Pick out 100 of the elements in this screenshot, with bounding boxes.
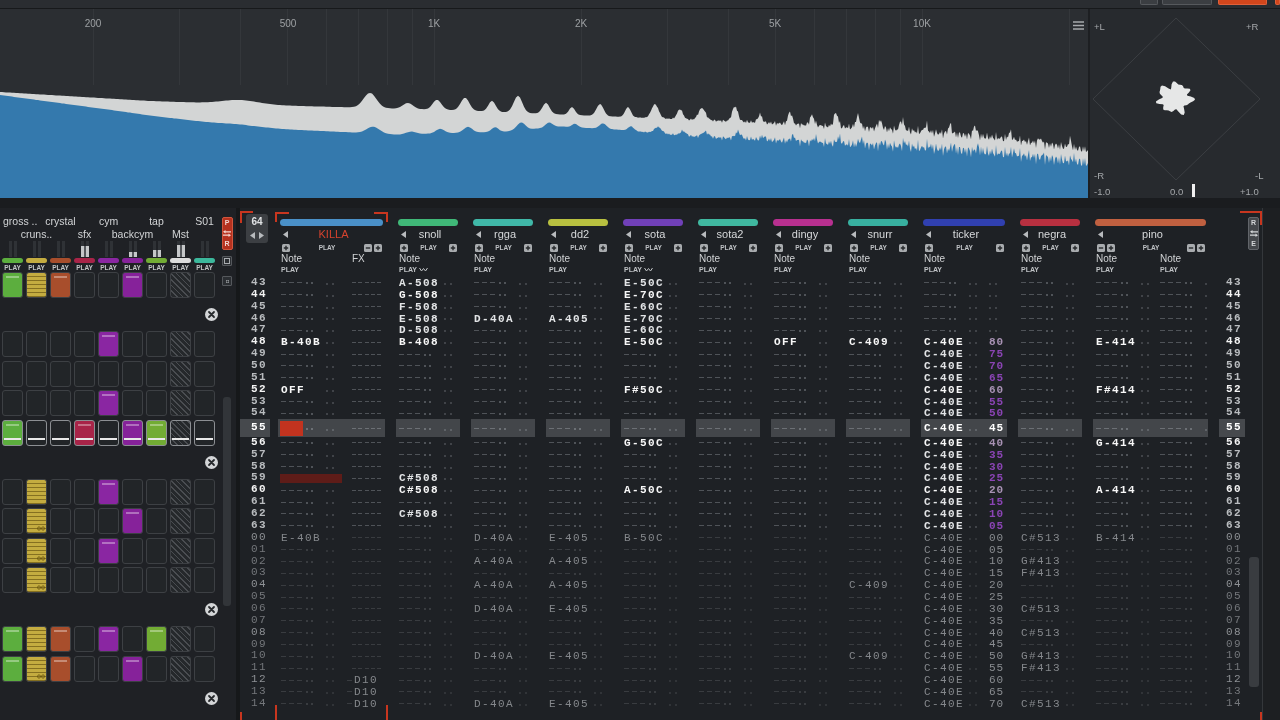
scale-label: +1.0 <box>1240 186 1259 197</box>
plus-icon[interactable] <box>374 243 382 252</box>
row-number: 10 <box>1225 650 1243 663</box>
plus-icon[interactable] <box>850 243 858 252</box>
note-value: D-40A <box>474 650 514 663</box>
left-triangle-icon[interactable] <box>1023 231 1028 238</box>
matrix-slot[interactable] <box>26 537 47 564</box>
row-number: 04 <box>250 579 268 592</box>
menu-icon[interactable] <box>1073 21 1084 30</box>
plus-icon[interactable] <box>899 243 907 252</box>
column-label: Note <box>1096 254 1118 264</box>
track-name[interactable]: snurr <box>867 228 893 241</box>
matrix-slot[interactable] <box>26 478 47 505</box>
track-name[interactable]: pino <box>1142 228 1163 241</box>
note-value: E-405 <box>549 650 589 663</box>
track-name[interactable]: rgga <box>494 228 516 241</box>
plus-icon[interactable] <box>824 243 832 252</box>
minus-icon[interactable] <box>364 243 372 252</box>
note-value: F#413 <box>1021 662 1061 675</box>
left-triangle-icon[interactable] <box>401 231 406 238</box>
matrix-slot[interactable] <box>26 419 47 446</box>
close-icon[interactable] <box>205 308 218 321</box>
volume-value: 55 <box>989 395 1005 408</box>
matrix-slot[interactable] <box>26 655 47 682</box>
pattern-length-field[interactable]: 64 <box>246 214 268 243</box>
track-name[interactable]: KILLA <box>318 228 349 241</box>
note-value: OFF <box>281 383 305 396</box>
left-triangle-icon[interactable] <box>1098 231 1103 238</box>
track-name[interactable]: negra <box>1037 228 1067 241</box>
track-name[interactable]: dingy <box>791 228 819 241</box>
note-value: G#413 <box>1021 555 1061 568</box>
volume-value: 25 <box>989 591 1005 603</box>
level-meter <box>104 241 113 257</box>
plus-icon[interactable] <box>625 243 633 252</box>
plus-icon[interactable] <box>449 243 457 252</box>
note-value: C-40E <box>924 638 964 651</box>
matrix-slot[interactable] <box>2 626 23 652</box>
note-value: F-508 <box>399 300 439 313</box>
left-triangle-icon[interactable] <box>926 231 931 238</box>
row-number: 60 <box>1225 484 1243 497</box>
plus-icon[interactable] <box>282 243 290 252</box>
row-number: 63 <box>250 519 268 532</box>
left-triangle-icon[interactable] <box>776 231 781 238</box>
column-label: Note <box>699 254 721 264</box>
toolbar-button[interactable] <box>1275 0 1280 5</box>
matrix-slot[interactable] <box>50 419 71 446</box>
plus-icon[interactable] <box>599 243 607 252</box>
matrix-slot[interactable] <box>122 419 143 446</box>
matrix-slot[interactable] <box>146 419 167 446</box>
matrix-slot[interactable] <box>194 419 215 446</box>
matrix-slot[interactable] <box>98 419 119 446</box>
plus-icon[interactable] <box>550 243 558 252</box>
plus-icon[interactable] <box>775 243 783 252</box>
close-icon[interactable] <box>205 455 218 469</box>
left-triangle-icon[interactable] <box>250 232 255 239</box>
track-name[interactable]: dd2 <box>570 228 590 241</box>
plus-icon[interactable] <box>674 243 682 252</box>
scrollbar-thumb[interactable] <box>1249 557 1259 687</box>
left-triangle-icon[interactable] <box>851 231 856 238</box>
close-icon[interactable] <box>205 603 218 616</box>
left-triangle-icon[interactable] <box>283 231 288 238</box>
left-triangle-icon[interactable] <box>551 231 556 238</box>
track-name[interactable]: sota2 <box>716 228 744 241</box>
scale-label: -1.0 <box>1094 186 1111 197</box>
plus-icon[interactable] <box>1107 243 1115 252</box>
plus-icon[interactable] <box>749 243 757 252</box>
matrix-slot[interactable] <box>50 655 71 682</box>
plus-icon[interactable] <box>925 243 933 252</box>
track-name[interactable]: ticker <box>952 228 980 241</box>
square-toggle-button[interactable] <box>222 256 232 266</box>
matrix-slot[interactable] <box>2 272 23 298</box>
plus-icon[interactable] <box>475 243 483 252</box>
matrix-slot[interactable] <box>74 419 95 446</box>
column-label: Note <box>924 254 946 264</box>
left-triangle-icon[interactable] <box>476 231 481 238</box>
plus-icon[interactable] <box>996 243 1004 252</box>
matrix-slot[interactable] <box>2 419 23 446</box>
left-triangle-icon[interactable] <box>701 231 706 238</box>
track-name[interactable]: sota <box>644 228 666 241</box>
row-number: 61 <box>1225 496 1243 509</box>
track-name[interactable]: snoll <box>418 228 442 241</box>
row-number: 48 <box>1225 336 1243 349</box>
plus-icon[interactable] <box>524 243 532 252</box>
plus-icon[interactable] <box>1197 243 1205 252</box>
close-icon[interactable] <box>205 691 218 705</box>
plus-icon[interactable] <box>700 243 708 252</box>
minus-icon[interactable] <box>1187 243 1195 252</box>
square-toggle-button[interactable] <box>222 276 232 286</box>
matrix-slot[interactable] <box>2 655 23 682</box>
left-triangle-icon[interactable] <box>626 231 631 238</box>
matrix-slot[interactable] <box>146 626 167 652</box>
plus-icon[interactable] <box>1071 243 1079 252</box>
plus-icon[interactable] <box>1022 243 1030 252</box>
right-triangle-icon[interactable] <box>259 232 264 239</box>
plus-icon[interactable] <box>400 243 408 252</box>
note-value: C-40E <box>924 383 964 396</box>
matrix-slot[interactable] <box>170 419 191 446</box>
volume-value: 40 <box>989 436 1005 449</box>
volume-value: 75 <box>989 348 1005 361</box>
minus-icon[interactable] <box>1097 243 1105 252</box>
